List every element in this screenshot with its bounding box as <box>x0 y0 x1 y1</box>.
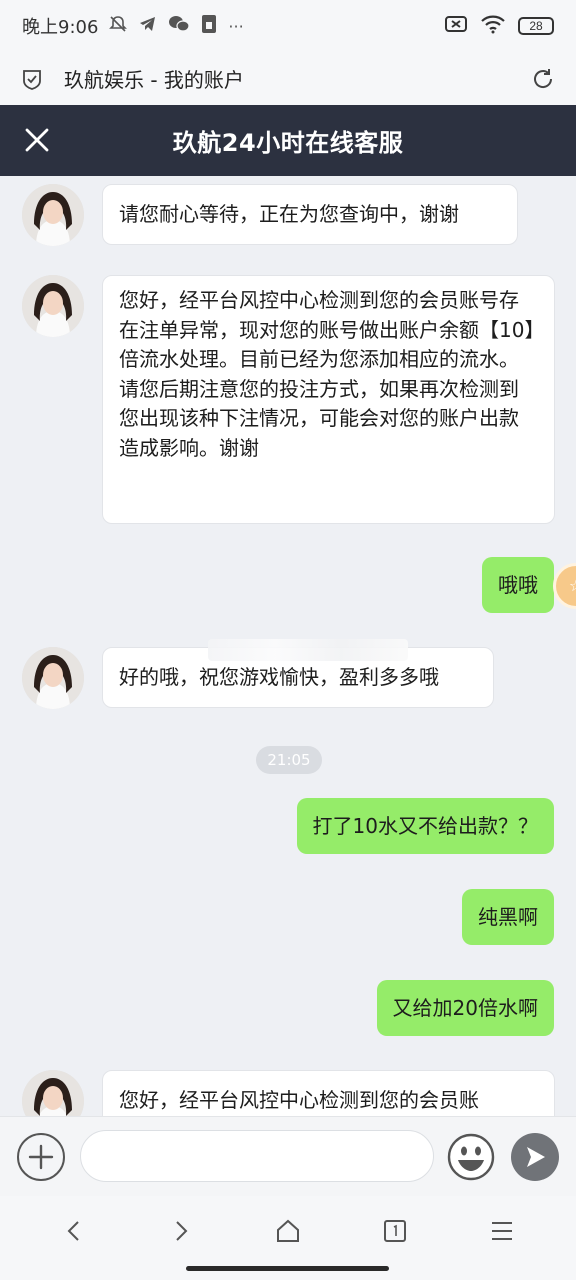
message-bubble-user: 又给加20倍水啊 <box>376 980 554 1036</box>
no-sim-icon <box>444 14 468 38</box>
browser-address-bar: 玖航娱乐 - 我的账户 <box>0 52 576 105</box>
status-system-icons: 28 <box>444 14 554 38</box>
menu-button[interactable] <box>480 1209 524 1253</box>
home-indicator <box>186 1266 389 1271</box>
close-button[interactable] <box>20 123 54 157</box>
more-dots-icon: ··· <box>228 16 244 36</box>
floating-assist-button[interactable]: ☆ <box>553 563 576 609</box>
page-title: 玖航娱乐 - 我的账户 <box>64 68 244 92</box>
home-icon <box>276 1219 299 1242</box>
back-button[interactable] <box>52 1209 96 1253</box>
send-icon <box>527 1147 545 1167</box>
status-time: 晚上9:06 <box>22 17 99 38</box>
shield-check-icon[interactable] <box>20 67 44 91</box>
plus-icon <box>28 1144 54 1170</box>
message-bubble-user: 打了10水又不给出款？？ <box>296 798 554 854</box>
chevron-left-icon <box>67 1221 79 1241</box>
agent-avatar <box>22 184 84 246</box>
timestamp-badge: 21:05 <box>256 746 322 774</box>
chat-input-bar <box>0 1116 576 1196</box>
wechat-icon <box>168 14 191 38</box>
smiley-icon <box>447 1133 495 1181</box>
wifi-icon <box>480 14 506 38</box>
tabs-button[interactable] <box>373 1209 417 1253</box>
message-list[interactable]: 请您耐心等待，正在为您查询中，谢谢 您好，经平台风控中心检测到您的会员账号存在注… <box>0 176 576 1116</box>
message-bubble-agent: 请您耐心等待，正在为您查询中，谢谢 <box>102 184 518 245</box>
telegram-icon <box>138 14 158 38</box>
message-input[interactable] <box>80 1130 434 1182</box>
add-attachment-button[interactable] <box>17 1133 65 1181</box>
agent-avatar <box>22 647 84 709</box>
chevron-right-icon <box>176 1221 188 1241</box>
menu-icon <box>492 1222 513 1240</box>
close-icon <box>25 128 49 152</box>
send-button[interactable] <box>511 1133 559 1181</box>
sim-icon <box>200 14 218 38</box>
agent-avatar <box>22 1070 84 1116</box>
agent-avatar <box>22 275 84 337</box>
chat-title: 玖航24小时在线客服 <box>172 129 404 157</box>
forward-button[interactable] <box>159 1209 203 1253</box>
mute-icon <box>108 14 128 38</box>
status-bar: 晚上9:06 ··· 28 <box>0 0 576 52</box>
message-bubble-user: 纯黑啊 <box>462 889 554 945</box>
reload-icon[interactable] <box>530 66 556 92</box>
message-bubble-agent: 您好，经平台风控中心检测到您的会员账号存在注单异常，现对您的账号做出账户余额【1… <box>102 275 555 524</box>
blurred-region <box>208 639 408 661</box>
emoji-button[interactable] <box>446 1132 496 1182</box>
chat-header: 玖航24小时在线客服 <box>0 105 576 176</box>
home-button[interactable] <box>266 1209 310 1253</box>
tabs-icon <box>384 1220 407 1242</box>
message-bubble-user: 哦哦 <box>482 557 554 613</box>
status-notification-icons: ··· <box>108 14 244 38</box>
message-bubble-agent: 您好，经平台风控中心检测到您的会员账 <box>102 1070 555 1116</box>
battery-indicator: 28 <box>518 17 554 35</box>
